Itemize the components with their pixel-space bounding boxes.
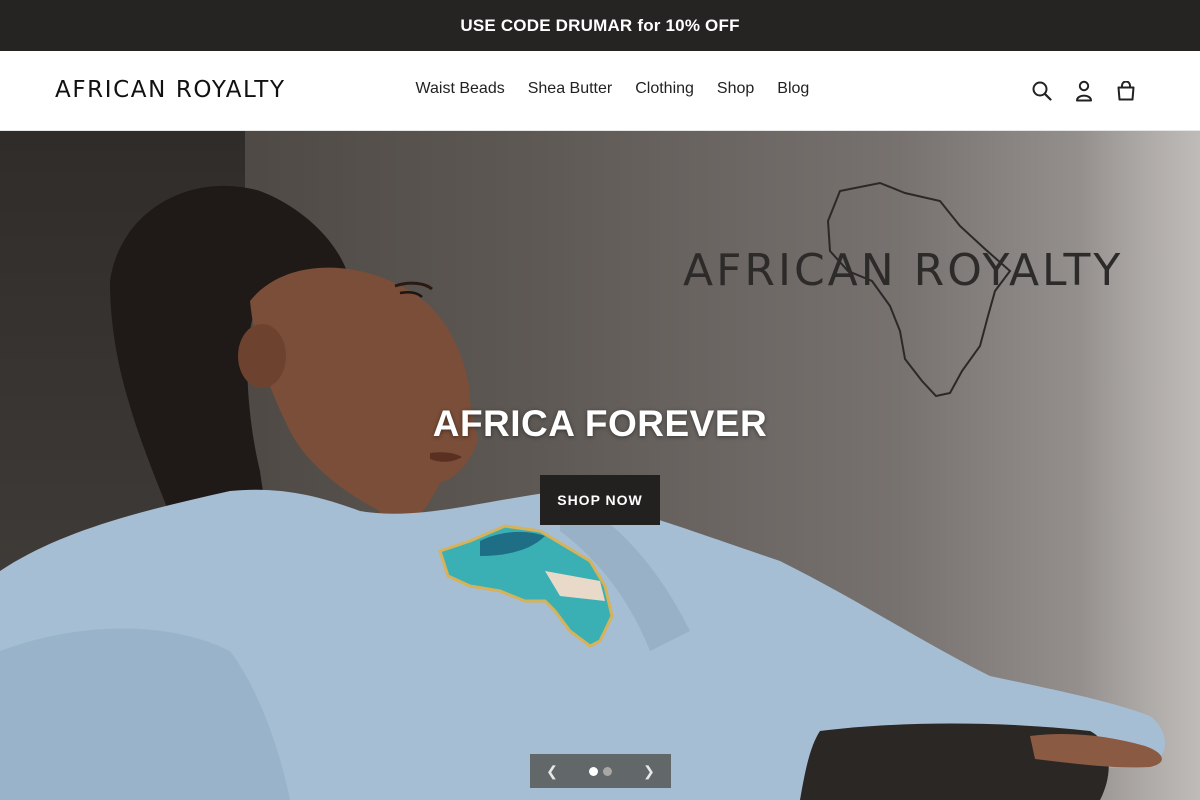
announcement-bar: USE CODE DRUMAR for 10% OFF <box>0 0 1200 51</box>
nav-item-waist-beads[interactable]: Waist Beads <box>404 80 516 98</box>
slide-dot-2[interactable] <box>603 766 612 776</box>
hero-title: AFRICA FOREVER <box>432 403 768 444</box>
nav-item-blog[interactable]: Blog <box>766 80 821 98</box>
slide-dot-1[interactable] <box>589 766 598 776</box>
hero-slideshow: AFRICAN ROYALTY AFRICA FOREVER SHOP NOW … <box>0 131 1200 800</box>
site-header: AFRICAN ROYALTY Waist Beads Shea Butter … <box>0 51 1200 131</box>
nav-item-shea-butter[interactable]: Shea Butter <box>516 80 624 98</box>
shop-now-button[interactable]: SHOP NOW <box>540 475 660 525</box>
chevron-right-icon[interactable]: ❯ <box>641 763 657 780</box>
chevron-left-icon[interactable]: ❮ <box>544 763 560 780</box>
cart-icon[interactable] <box>1112 77 1140 105</box>
hero-photo <box>0 181 1165 800</box>
main-nav: Waist Beads Shea Butter Clothing Shop Bl… <box>404 80 821 98</box>
slideshow-controls: ❮ ❯ <box>530 754 671 788</box>
header-icons <box>1028 77 1140 105</box>
search-icon[interactable] <box>1028 77 1056 105</box>
store-logo[interactable]: AFRICAN ROYALTY <box>55 77 286 103</box>
hero-watermark-logo: AFRICAN ROYALTY <box>683 245 1124 296</box>
announcement-text: USE CODE DRUMAR for 10% OFF <box>460 15 740 35</box>
nav-item-clothing[interactable]: Clothing <box>624 80 706 98</box>
account-icon[interactable] <box>1070 77 1098 105</box>
slide-dots <box>589 766 612 776</box>
nav-item-shop[interactable]: Shop <box>705 80 765 98</box>
